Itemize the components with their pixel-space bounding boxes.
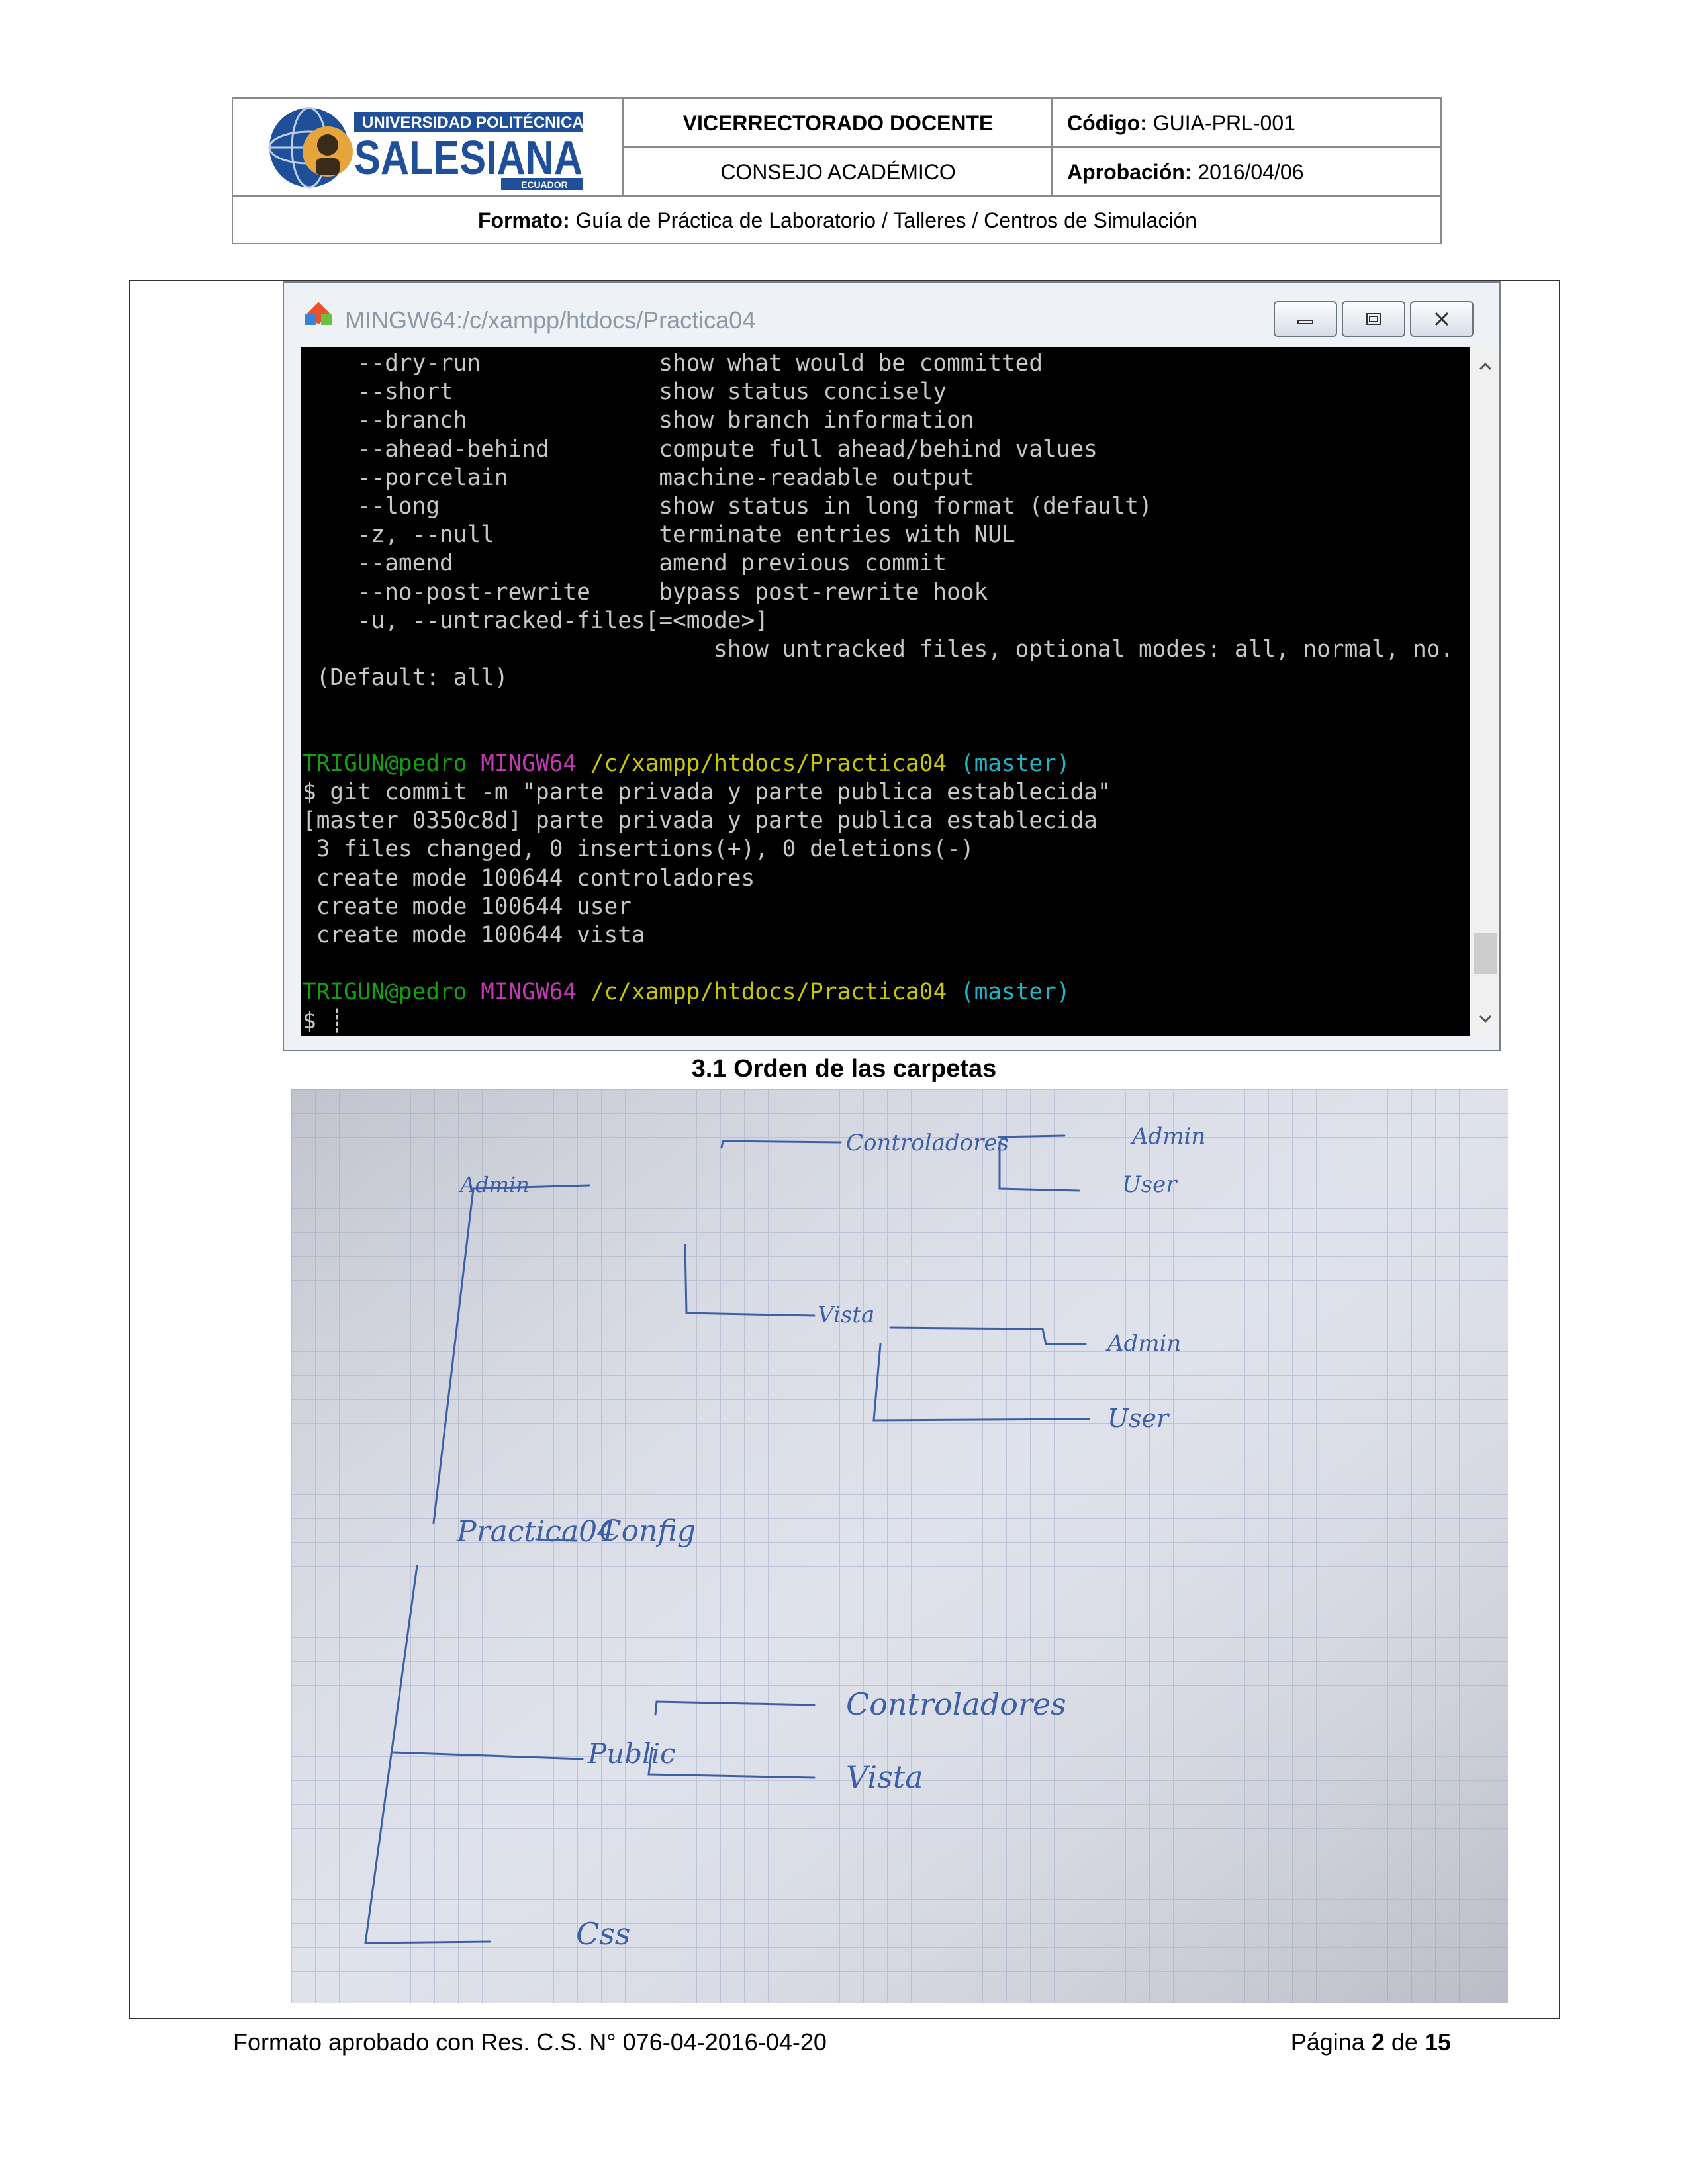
terminal-text: --dry-run show what would be committed -… bbox=[303, 349, 1454, 1036]
sketch-config-label: Config bbox=[599, 1514, 696, 1548]
sketch-vista-label: Vista bbox=[818, 1302, 874, 1328]
command-output: create mode 100644 controladores bbox=[303, 864, 755, 891]
prompt-user: TRIGUN@pedro bbox=[303, 750, 467, 777]
option-description: show branch information bbox=[659, 407, 974, 434]
sketch-css-label: Css bbox=[576, 1916, 630, 1952]
section-caption: 3.1 Orden de las carpetas bbox=[691, 1055, 997, 1083]
minimize-button[interactable] bbox=[1274, 301, 1337, 337]
prompt-branch: (master) bbox=[960, 750, 1070, 777]
footer-page-number: Página 2 de 15 bbox=[1290, 2028, 1451, 2056]
window-title: MINGW64:/c/xampp/htdocs/Practica04 bbox=[345, 306, 756, 334]
option-description: show status concisely bbox=[659, 379, 947, 406]
prompt-shell: MINGW64 bbox=[481, 750, 577, 777]
command-output: create mode 100644 user bbox=[303, 893, 632, 920]
format-field: Formato: Guía de Práctica de Laboratorio… bbox=[477, 208, 1197, 232]
close-button[interactable] bbox=[1410, 301, 1474, 337]
option-description: show untracked files, optional modes: al… bbox=[303, 636, 1454, 663]
option-description: compute full ahead/behind values bbox=[659, 435, 1098, 463]
sketch-user-vista-label: User bbox=[1107, 1404, 1170, 1433]
option-flag: -u, --untracked-files[=<mode>] bbox=[303, 607, 769, 634]
option-description: machine-readable output bbox=[659, 464, 974, 491]
option-description: bypass post-rewrite hook bbox=[659, 578, 988, 606]
option-flag: --short bbox=[303, 379, 659, 406]
prompt-path: /c/xampp/htdocs/Practica04 bbox=[590, 750, 947, 777]
university-logo: UNIVERSIDAD POLITÉCNICA SALESIANA ECUADO… bbox=[233, 99, 624, 197]
option-flag: --ahead-behind bbox=[303, 435, 659, 463]
close-icon bbox=[1434, 312, 1449, 326]
scroll-up-arrow-icon[interactable] bbox=[1472, 352, 1499, 380]
option-flag: --long bbox=[303, 493, 659, 520]
sketch-controladores-pub-label: Controladores bbox=[846, 1686, 1066, 1722]
prompt-shell: MINGW64 bbox=[481, 979, 577, 1006]
scroll-down-arrow-icon[interactable] bbox=[1472, 1005, 1499, 1032]
minimize-icon bbox=[1297, 320, 1313, 324]
svg-text:SALESIANA: SALESIANA bbox=[354, 132, 583, 185]
scrollbar-thumb[interactable] bbox=[1474, 933, 1497, 974]
terminal-window[interactable]: MINGW64:/c/xampp/htdocs/Practica04 --dry… bbox=[283, 281, 1501, 1051]
input-prompt: $ bbox=[303, 1007, 330, 1034]
option-flag: --no-post-rewrite bbox=[303, 578, 659, 606]
option-description: show what would be committed bbox=[659, 350, 1043, 377]
prompt-user: TRIGUN@pedro bbox=[303, 979, 467, 1006]
option-default: (Default: all) bbox=[303, 664, 508, 692]
sketch-admin-ctrl-label: Admin bbox=[1130, 1123, 1205, 1150]
maximize-button[interactable] bbox=[1342, 301, 1405, 337]
code-field: Código: GUIA-PRL-001 bbox=[1067, 111, 1295, 135]
svg-text:UNIVERSIDAD POLITÉCNICA: UNIVERSIDAD POLITÉCNICA bbox=[362, 113, 584, 132]
terminal-output[interactable]: --dry-run show what would be committed -… bbox=[301, 347, 1470, 1036]
option-description: show status in long format (default) bbox=[659, 493, 1152, 520]
window-titlebar[interactable]: MINGW64:/c/xampp/htdocs/Practica04 bbox=[284, 283, 1499, 346]
prompt-branch: (master) bbox=[960, 979, 1070, 1006]
sketch-user-ctrl-label: User bbox=[1122, 1171, 1178, 1198]
git-bash-icon bbox=[305, 302, 332, 325]
command-output: 3 files changed, 0 insertions(+), 0 dele… bbox=[303, 836, 974, 863]
sketch-vista-pub-label: Vista bbox=[846, 1759, 923, 1795]
svg-text:ECUADOR: ECUADOR bbox=[521, 179, 568, 190]
option-flag: --porcelain bbox=[303, 464, 659, 491]
sketch-controladores-label: Controladores bbox=[846, 1130, 1009, 1156]
folder-structure-sketch: Practica04 Config Admin Controladores Ad… bbox=[291, 1089, 1508, 2003]
sketch-admin-label: Admin bbox=[458, 1172, 530, 1197]
command-line: $ git commit -m "parte privada y parte p… bbox=[303, 779, 1111, 806]
option-flag: --dry-run bbox=[303, 350, 659, 377]
option-description: amend previous commit bbox=[659, 550, 947, 577]
sketch-admin-vista-label: Admin bbox=[1105, 1330, 1181, 1357]
council-title: CONSEJO ACADÉMICO bbox=[720, 159, 956, 184]
sketch-root-label: Practica04 bbox=[456, 1515, 616, 1549]
command-output: create mode 100644 vista bbox=[303, 922, 645, 949]
header-table: UNIVERSIDAD POLITÉCNICA SALESIANA ECUADO… bbox=[232, 97, 1442, 244]
sketch-public-label: Public bbox=[587, 1737, 676, 1770]
prompt-path: /c/xampp/htdocs/Practica04 bbox=[590, 979, 947, 1006]
option-flag: -z, --null bbox=[303, 522, 659, 549]
department-title: VICERRECTORADO DOCENTE bbox=[682, 111, 994, 135]
approval-field: Aprobación: 2016/04/06 bbox=[1067, 159, 1304, 184]
footer-approval: Formato aprobado con Res. C.S. N° 076-04… bbox=[233, 2028, 827, 2056]
option-flag: --branch bbox=[303, 407, 659, 434]
cursor: ┊ bbox=[330, 1007, 344, 1034]
option-flag: --amend bbox=[303, 550, 659, 577]
restore-icon bbox=[1366, 313, 1381, 325]
command-output: [master 0350c8d] parte privada y parte p… bbox=[303, 807, 1098, 835]
vertical-scrollbar[interactable] bbox=[1472, 347, 1499, 1036]
option-description: terminate entries with NUL bbox=[659, 522, 1015, 549]
